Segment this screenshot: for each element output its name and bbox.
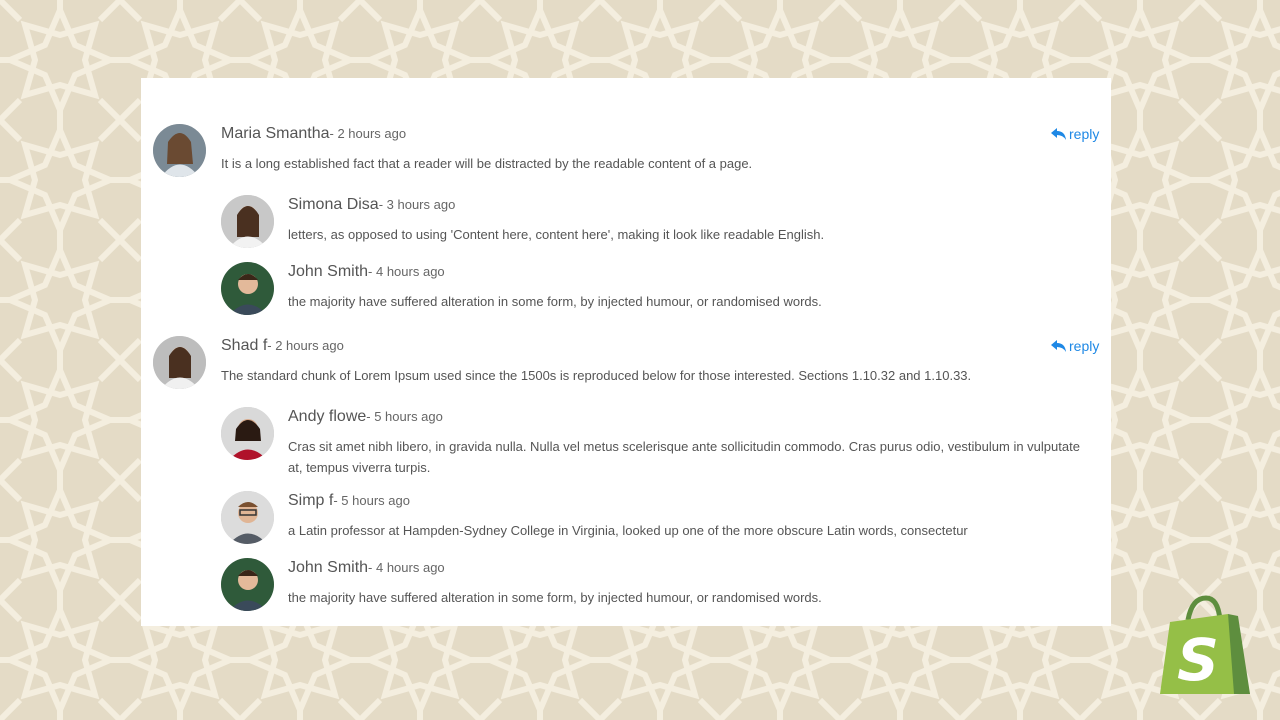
avatar[interactable]: [221, 407, 274, 460]
reply-time: - 4 hours ago: [368, 264, 445, 279]
reply-time: - 5 hours ago: [366, 409, 443, 424]
reply-author[interactable]: Andy flowe: [288, 408, 366, 425]
reply-icon: [1051, 340, 1066, 352]
reply-time: - 5 hours ago: [333, 493, 410, 508]
reply-time: - 3 hours ago: [378, 197, 456, 212]
comment-time: - 2 hours ago: [329, 126, 407, 141]
avatar[interactable]: [153, 336, 206, 389]
reply-label: reply: [1069, 126, 1100, 142]
comment-author[interactable]: Maria Smantha: [221, 125, 330, 142]
comment-time: - 2 hours ago: [267, 338, 344, 353]
avatar[interactable]: [153, 124, 206, 177]
reply-text: the majority have suffered alteration in…: [288, 590, 822, 605]
reply-button[interactable]: reply: [1051, 126, 1099, 142]
comment-text: It is a long established fact that a rea…: [221, 156, 753, 171]
reply-author[interactable]: Simona Disa: [288, 196, 379, 213]
comment-text: The standard chunk of Lorem Ipsum used s…: [221, 368, 972, 383]
reply-text: Cras sit amet nibh libero, in gravida nu…: [288, 439, 1080, 475]
reply-text: a Latin professor at Hampden-Sydney Coll…: [288, 523, 968, 538]
avatar[interactable]: [221, 262, 274, 315]
reply-text: the majority have suffered alteration in…: [288, 294, 822, 309]
comments-card: Maria Smantha- 2 hours ago reply It is a…: [141, 78, 1111, 626]
logo-letter: S: [1177, 626, 1219, 694]
avatar[interactable]: [221, 558, 274, 611]
avatar[interactable]: [221, 491, 274, 544]
reply-author[interactable]: John Smith: [288, 263, 368, 280]
shopify-logo-icon: S: [1160, 595, 1250, 694]
reply-author[interactable]: John Smith: [288, 559, 368, 576]
reply-icon: [1051, 128, 1066, 140]
reply-label: reply: [1069, 338, 1100, 354]
comment-author[interactable]: Shad f: [221, 337, 267, 354]
reply-button[interactable]: reply: [1051, 338, 1099, 354]
avatar[interactable]: [221, 195, 274, 248]
reply-text: letters, as opposed to using 'Content he…: [288, 227, 825, 242]
reply-author[interactable]: Simp f: [288, 492, 333, 509]
reply-time: - 4 hours ago: [368, 560, 445, 575]
